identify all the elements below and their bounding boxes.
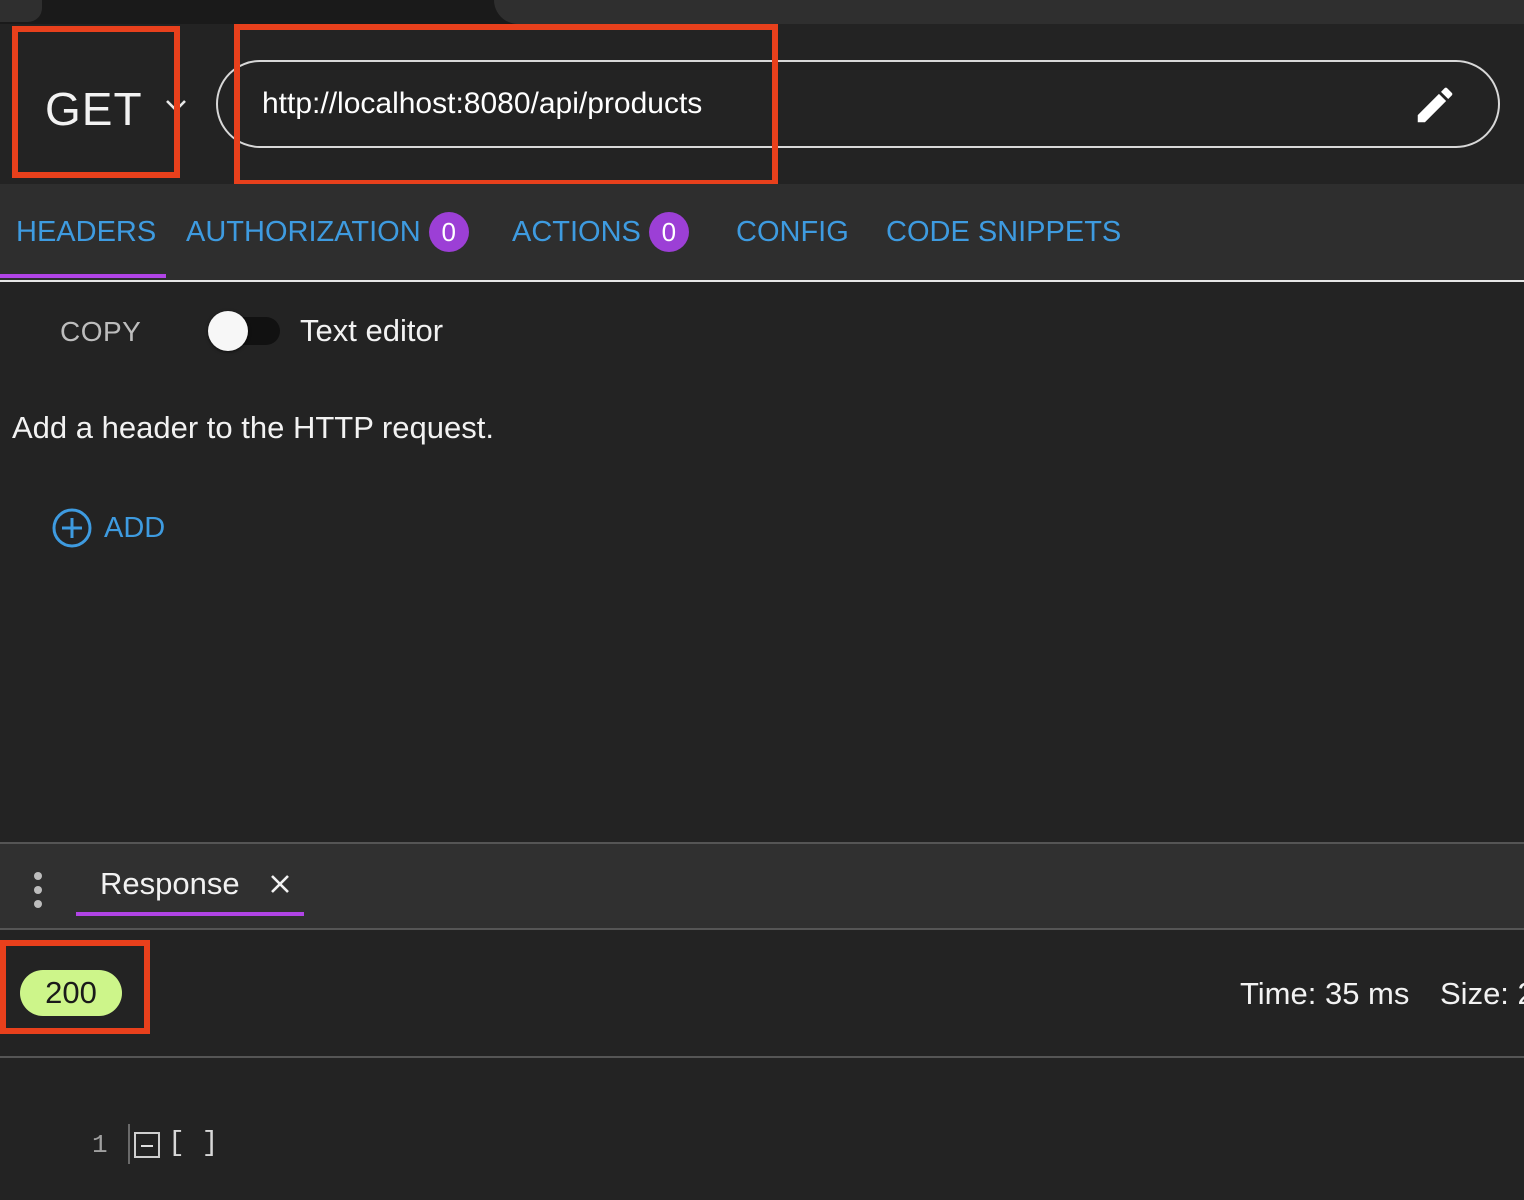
text-editor-label: Text editor (300, 313, 444, 348)
fold-toggle-icon[interactable] (134, 1132, 160, 1158)
copy-button[interactable]: COPY (60, 316, 141, 348)
request-bar: GET (0, 24, 1524, 184)
status-badge: 200 (20, 970, 122, 1016)
gutter-divider (128, 1124, 130, 1164)
tab-code-snippets-label: CODE SNIPPETS (886, 215, 1122, 248)
partial-tab-left[interactable] (0, 0, 42, 22)
method-dropdown[interactable]: GET (14, 28, 204, 178)
headers-helper-text: Add a header to the HTTP request. (12, 410, 494, 445)
url-input[interactable] (262, 82, 1362, 126)
tab-code-snippets[interactable]: CODE SNIPPETS (886, 212, 1121, 252)
response-body-viewer: 1 [ ] (0, 1058, 1524, 1200)
top-tab-strip (0, 0, 1524, 24)
tab-headers[interactable]: HEADERS (16, 212, 156, 252)
count-badge-authorization: 0 (428, 212, 469, 252)
tab-authorization-label: AUTHORIZATION (186, 215, 421, 248)
more-options-icon[interactable] (28, 870, 48, 910)
tab-config-label: CONFIG (736, 215, 849, 248)
line-number: 1 (92, 1130, 108, 1160)
tab-actions-label: ACTIONS (512, 215, 641, 248)
api-client-window: GET HEADERS AUTHORIZATION 0 ACTIONS 0 CO… (0, 0, 1524, 1200)
add-header-button[interactable]: ADD (50, 506, 165, 550)
request-tabs-bar: HEADERS AUTHORIZATION 0 ACTIONS 0 CONFIG… (0, 184, 1524, 282)
response-time: Time: 35 ms (1240, 976, 1410, 1011)
tab-authorization[interactable]: AUTHORIZATION 0 (186, 212, 469, 252)
tab-response[interactable]: Response (76, 844, 304, 916)
response-body-text: [ ] (168, 1128, 219, 1159)
close-icon[interactable] (268, 872, 292, 896)
count-badge-actions: 0 (648, 212, 689, 252)
text-editor-toggle[interactable] (208, 311, 282, 351)
response-size: Size: 2 (1440, 976, 1524, 1011)
active-tab-indicator (0, 274, 166, 278)
add-header-label: ADD (104, 511, 166, 544)
tab-actions[interactable]: ACTIONS 0 (512, 212, 689, 252)
response-tab-label: Response (100, 866, 240, 901)
response-tab-bar: Response (0, 842, 1524, 930)
pencil-icon[interactable] (1412, 82, 1458, 128)
tab-config[interactable]: CONFIG (736, 212, 849, 252)
method-label: GET (45, 83, 143, 135)
tab-headers-label: HEADERS (16, 215, 157, 248)
toggle-thumb (208, 311, 248, 351)
response-status-row: 200 Time: 35 ms Size: 2 (0, 928, 1524, 1058)
add-circle-icon (52, 508, 92, 548)
url-field[interactable] (216, 60, 1500, 148)
chevron-down-icon (166, 100, 186, 112)
response-tab-indicator (76, 912, 304, 916)
partial-tab-right[interactable] (494, 0, 1524, 24)
